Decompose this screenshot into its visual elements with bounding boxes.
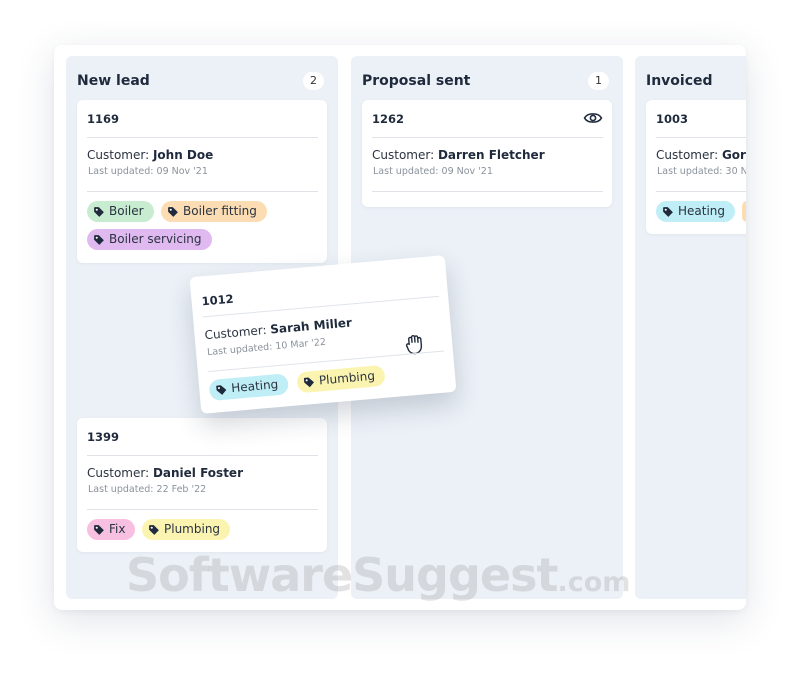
tag-icon: [662, 206, 674, 218]
tag-boiler[interactable]: Boiler: [87, 201, 154, 222]
column-invoiced: Invoiced 1003 Customer: Gord Last update…: [635, 56, 746, 599]
eye-icon[interactable]: [583, 110, 603, 126]
customer-name: Daniel Foster: [152, 466, 243, 480]
lead-card-1262[interactable]: 1262 Customer: Darren Fletcher Last upda…: [362, 100, 612, 207]
watermark-domain: .com: [557, 567, 631, 598]
lead-card-1169[interactable]: 1169 Customer: John Doe Last updated: 09…: [77, 100, 327, 263]
divider: [87, 509, 318, 510]
divider: [372, 137, 603, 138]
customer-label: Customer:: [87, 148, 150, 162]
tag-label: Plumbing: [164, 522, 221, 536]
column-title: Proposal sent: [362, 73, 471, 89]
last-updated: Last updated: 22 Feb '22: [88, 484, 207, 495]
tag-label: Boiler fitting: [183, 204, 257, 218]
column-title: New lead: [77, 73, 150, 89]
tag-label: Heating: [230, 377, 279, 396]
tag-heating[interactable]: Heating: [656, 201, 736, 222]
tag-label: Fix: [109, 522, 126, 536]
customer-name: Darren Fletcher: [437, 148, 545, 162]
tag-icon: [215, 384, 228, 397]
divider: [656, 137, 746, 138]
tag-label: Boiler: [109, 204, 144, 218]
tag-icon: [167, 206, 179, 218]
tag-icon: [303, 376, 316, 389]
card-id: 1169: [87, 112, 120, 126]
card-id: 1012: [201, 291, 235, 309]
customer-label: Customer:: [656, 148, 719, 162]
divider: [202, 295, 440, 318]
column-title: Invoiced: [646, 73, 713, 89]
last-updated: Last updated: 30 N: [657, 166, 746, 177]
customer-line: Customer: Gord: [656, 148, 746, 162]
tag-icon: [148, 524, 160, 536]
tag-plumbing[interactable]: Plumbing: [142, 519, 231, 540]
watermark-text: SoftwareSuggest: [126, 548, 558, 602]
customer-name: Sarah Miller: [269, 315, 353, 337]
tag-boiler-servicing[interactable]: Boiler servicing: [87, 229, 212, 250]
customer-line: Customer: Daniel Foster: [87, 466, 243, 480]
tag-icon: [93, 524, 105, 536]
tag-fix[interactable]: Fix: [87, 519, 136, 540]
customer-line: Customer: John Doe: [87, 148, 213, 162]
tag-icon: [93, 234, 105, 246]
tag-label: Boiler servicing: [109, 232, 202, 246]
tag-label: Plumbing: [318, 368, 376, 388]
card-id: 1262: [372, 112, 405, 126]
tag-heating[interactable]: Heating: [208, 373, 290, 402]
column-count-badge: 2: [303, 72, 324, 90]
watermark: SoftwareSuggest.com: [126, 548, 630, 602]
last-updated: Last updated: 09 Nov '21: [373, 166, 493, 177]
tag-partial: [742, 201, 746, 222]
customer-line: Customer: Darren Fletcher: [372, 148, 545, 162]
tag-label: Heating: [678, 204, 726, 218]
card-id: 1003: [656, 112, 689, 126]
last-updated: Last updated: 09 Nov '21: [88, 166, 208, 177]
customer-label: Customer:: [372, 148, 435, 162]
customer-name: Gord: [721, 148, 746, 162]
customer-label: Customer:: [204, 322, 268, 343]
lead-card-1399[interactable]: 1399 Customer: Daniel Foster Last update…: [77, 418, 327, 552]
card-id: 1399: [87, 430, 120, 444]
customer-label: Customer:: [87, 466, 150, 480]
divider: [87, 191, 318, 192]
customer-line: Customer: Sarah Miller: [204, 315, 352, 342]
customer-name: John Doe: [152, 148, 214, 162]
divider: [656, 191, 746, 192]
divider: [87, 137, 318, 138]
divider: [87, 455, 318, 456]
lead-card-1003[interactable]: 1003 Customer: Gord Last updated: 30 N H…: [646, 100, 746, 234]
divider: [372, 191, 603, 192]
tag-icon: [93, 206, 105, 218]
tag-boiler-fitting[interactable]: Boiler fitting: [161, 201, 267, 222]
dragged-card-1012[interactable]: 1012 Customer: Sarah Miller Last updated…: [189, 255, 457, 414]
tag-plumbing[interactable]: Plumbing: [296, 364, 386, 394]
column-count-badge: 1: [588, 72, 609, 90]
